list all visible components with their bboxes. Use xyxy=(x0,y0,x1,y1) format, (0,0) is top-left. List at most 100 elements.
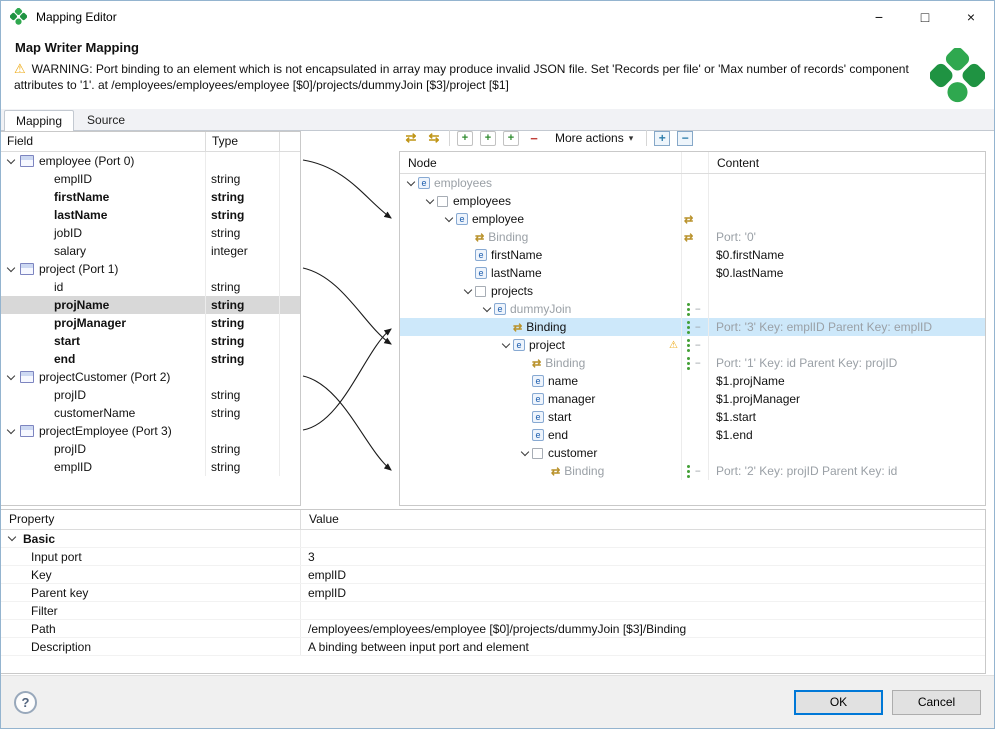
tab-mapping[interactable]: Mapping xyxy=(4,110,74,131)
node-row[interactable]: efirstName$0.firstName xyxy=(400,246,985,264)
chevron-down-icon[interactable] xyxy=(499,338,513,352)
chevron-down-icon[interactable] xyxy=(4,424,18,438)
tab-source[interactable]: Source xyxy=(76,109,136,130)
node-content-cell xyxy=(709,444,985,462)
field-type: string xyxy=(206,224,280,242)
chevron-down-icon[interactable] xyxy=(4,262,18,276)
close-button[interactable]: × xyxy=(948,1,994,32)
field-row[interactable]: projectEmployee (Port 3) xyxy=(1,422,300,440)
node-row[interactable]: ⇄Binding--Port: '2' Key: projID Parent K… xyxy=(400,462,985,480)
field-row[interactable]: lastNamestring xyxy=(1,206,300,224)
field-row[interactable]: projectCustomer (Port 2) xyxy=(1,368,300,386)
chevron-down-icon[interactable] xyxy=(518,446,532,460)
chevron-down-icon[interactable] xyxy=(423,194,437,208)
node-row[interactable]: eemployees xyxy=(400,174,985,192)
collapse-all-icon[interactable]: − xyxy=(677,131,693,146)
node-binding-cell xyxy=(681,372,709,390)
field-row[interactable]: projIDstring xyxy=(1,440,300,458)
field-row[interactable]: salaryinteger xyxy=(1,242,300,260)
maximize-button[interactable]: □ xyxy=(902,1,948,32)
node-row[interactable]: estart$1.start xyxy=(400,408,985,426)
chevron-down-icon[interactable] xyxy=(5,532,19,546)
node-row[interactable]: emanager$1.projManager xyxy=(400,390,985,408)
node-row[interactable]: ename$1.projName xyxy=(400,372,985,390)
chevron-down-icon[interactable] xyxy=(442,212,456,226)
connector-port0-employee xyxy=(303,160,391,218)
key-dashes: -- xyxy=(695,466,700,477)
field-row[interactable]: projIDstring xyxy=(1,386,300,404)
field-row[interactable]: jobIDstring xyxy=(1,224,300,242)
auto-map-icon[interactable]: ⇄ xyxy=(403,130,419,147)
property-group-row[interactable]: Basic xyxy=(1,530,985,548)
chevron-down-icon[interactable] xyxy=(480,302,494,316)
node-row[interactable]: eemployee⇄ xyxy=(400,210,985,228)
add-child-element-icon[interactable]: + xyxy=(457,131,473,146)
field-row[interactable]: firstNamestring xyxy=(1,188,300,206)
node-binding-cell xyxy=(681,174,709,192)
field-type xyxy=(206,260,280,278)
node-row[interactable]: ⇄Binding⇄Port: '0' xyxy=(400,228,985,246)
minimize-button[interactable]: − xyxy=(856,1,902,32)
property-value: emplID xyxy=(301,566,985,583)
chevron-down-icon[interactable] xyxy=(404,176,418,190)
clear-bindings-icon[interactable]: ⇆ xyxy=(426,130,442,147)
property-row[interactable]: Input port3 xyxy=(1,548,985,566)
element-icon: e xyxy=(475,267,487,279)
field-row[interactable]: projManagerstring xyxy=(1,314,300,332)
node-row[interactable]: ⇄Binding--Port: '3' Key: emplID Parent K… xyxy=(400,318,985,336)
node-content: Port: '2' Key: projID Parent Key: id xyxy=(716,464,897,478)
node-row[interactable]: edummyJoin-- xyxy=(400,300,985,318)
array-icon xyxy=(532,448,543,459)
field-row[interactable]: emplIDstring xyxy=(1,170,300,188)
chevron-down-icon[interactable] xyxy=(4,370,18,384)
node-content-cell: Port: '1' Key: id Parent Key: projID xyxy=(709,354,985,372)
node-row[interactable]: eproject⚠-- xyxy=(400,336,985,354)
field-name-cell: firstName xyxy=(1,188,206,206)
property-row[interactable]: DescriptionA binding between input port … xyxy=(1,638,985,656)
key-icon xyxy=(687,326,690,329)
field-row[interactable]: emplIDstring xyxy=(1,458,300,476)
remove-node-icon[interactable]: − xyxy=(526,130,542,147)
field-row[interactable]: startstring xyxy=(1,332,300,350)
field-label: projID xyxy=(54,388,86,402)
add-sibling-element-icon[interactable]: + xyxy=(480,131,496,146)
element-icon: e xyxy=(513,339,525,351)
field-row[interactable]: idstring xyxy=(1,278,300,296)
cancel-button[interactable]: Cancel xyxy=(892,690,981,715)
field-row[interactable]: project (Port 1) xyxy=(1,260,300,278)
node-label: project xyxy=(529,338,565,352)
property-row[interactable]: Path/employees/employees/employee [$0]/p… xyxy=(1,620,985,638)
property-row[interactable]: KeyemplID xyxy=(1,566,985,584)
node-row[interactable]: elastName$0.lastName xyxy=(400,264,985,282)
element-icon: e xyxy=(532,411,544,423)
property-rows: BasicInput port3KeyemplIDParent keyemplI… xyxy=(1,530,985,656)
node-row[interactable]: employees xyxy=(400,192,985,210)
chevron-down-icon[interactable] xyxy=(461,284,475,298)
field-label: start xyxy=(54,334,80,348)
node-content: $0.lastName xyxy=(716,266,783,280)
node-row[interactable]: ⇄Binding--Port: '1' Key: id Parent Key: … xyxy=(400,354,985,372)
port-icon xyxy=(20,155,34,167)
property-label-cell: Path xyxy=(1,620,301,637)
help-button[interactable]: ? xyxy=(14,691,37,714)
field-row[interactable]: customerNamestring xyxy=(1,404,300,422)
property-row[interactable]: Filter xyxy=(1,602,985,620)
tab-source-label: Source xyxy=(87,113,125,127)
port-icon xyxy=(20,263,34,275)
chevron-down-icon[interactable] xyxy=(4,154,18,168)
node-row[interactable]: eend$1.end xyxy=(400,426,985,444)
node-row[interactable]: customer xyxy=(400,444,985,462)
add-attribute-icon[interactable]: + xyxy=(503,131,519,146)
ok-button[interactable]: OK xyxy=(794,690,883,715)
more-actions-button[interactable]: More actions▾ xyxy=(549,129,639,147)
node-rows: eemployeesemployeeseemployee⇄⇄Binding⇄Po… xyxy=(400,174,985,480)
node-content: $1.end xyxy=(716,428,753,442)
field-row[interactable]: endstring xyxy=(1,350,300,368)
field-row[interactable]: projNamestring xyxy=(1,296,300,314)
node-row[interactable]: projects xyxy=(400,282,985,300)
field-row[interactable]: employee (Port 0) xyxy=(1,152,300,170)
expand-all-icon[interactable]: + xyxy=(654,131,670,146)
element-icon: e xyxy=(532,393,544,405)
property-value xyxy=(301,602,985,619)
property-row[interactable]: Parent keyemplID xyxy=(1,584,985,602)
